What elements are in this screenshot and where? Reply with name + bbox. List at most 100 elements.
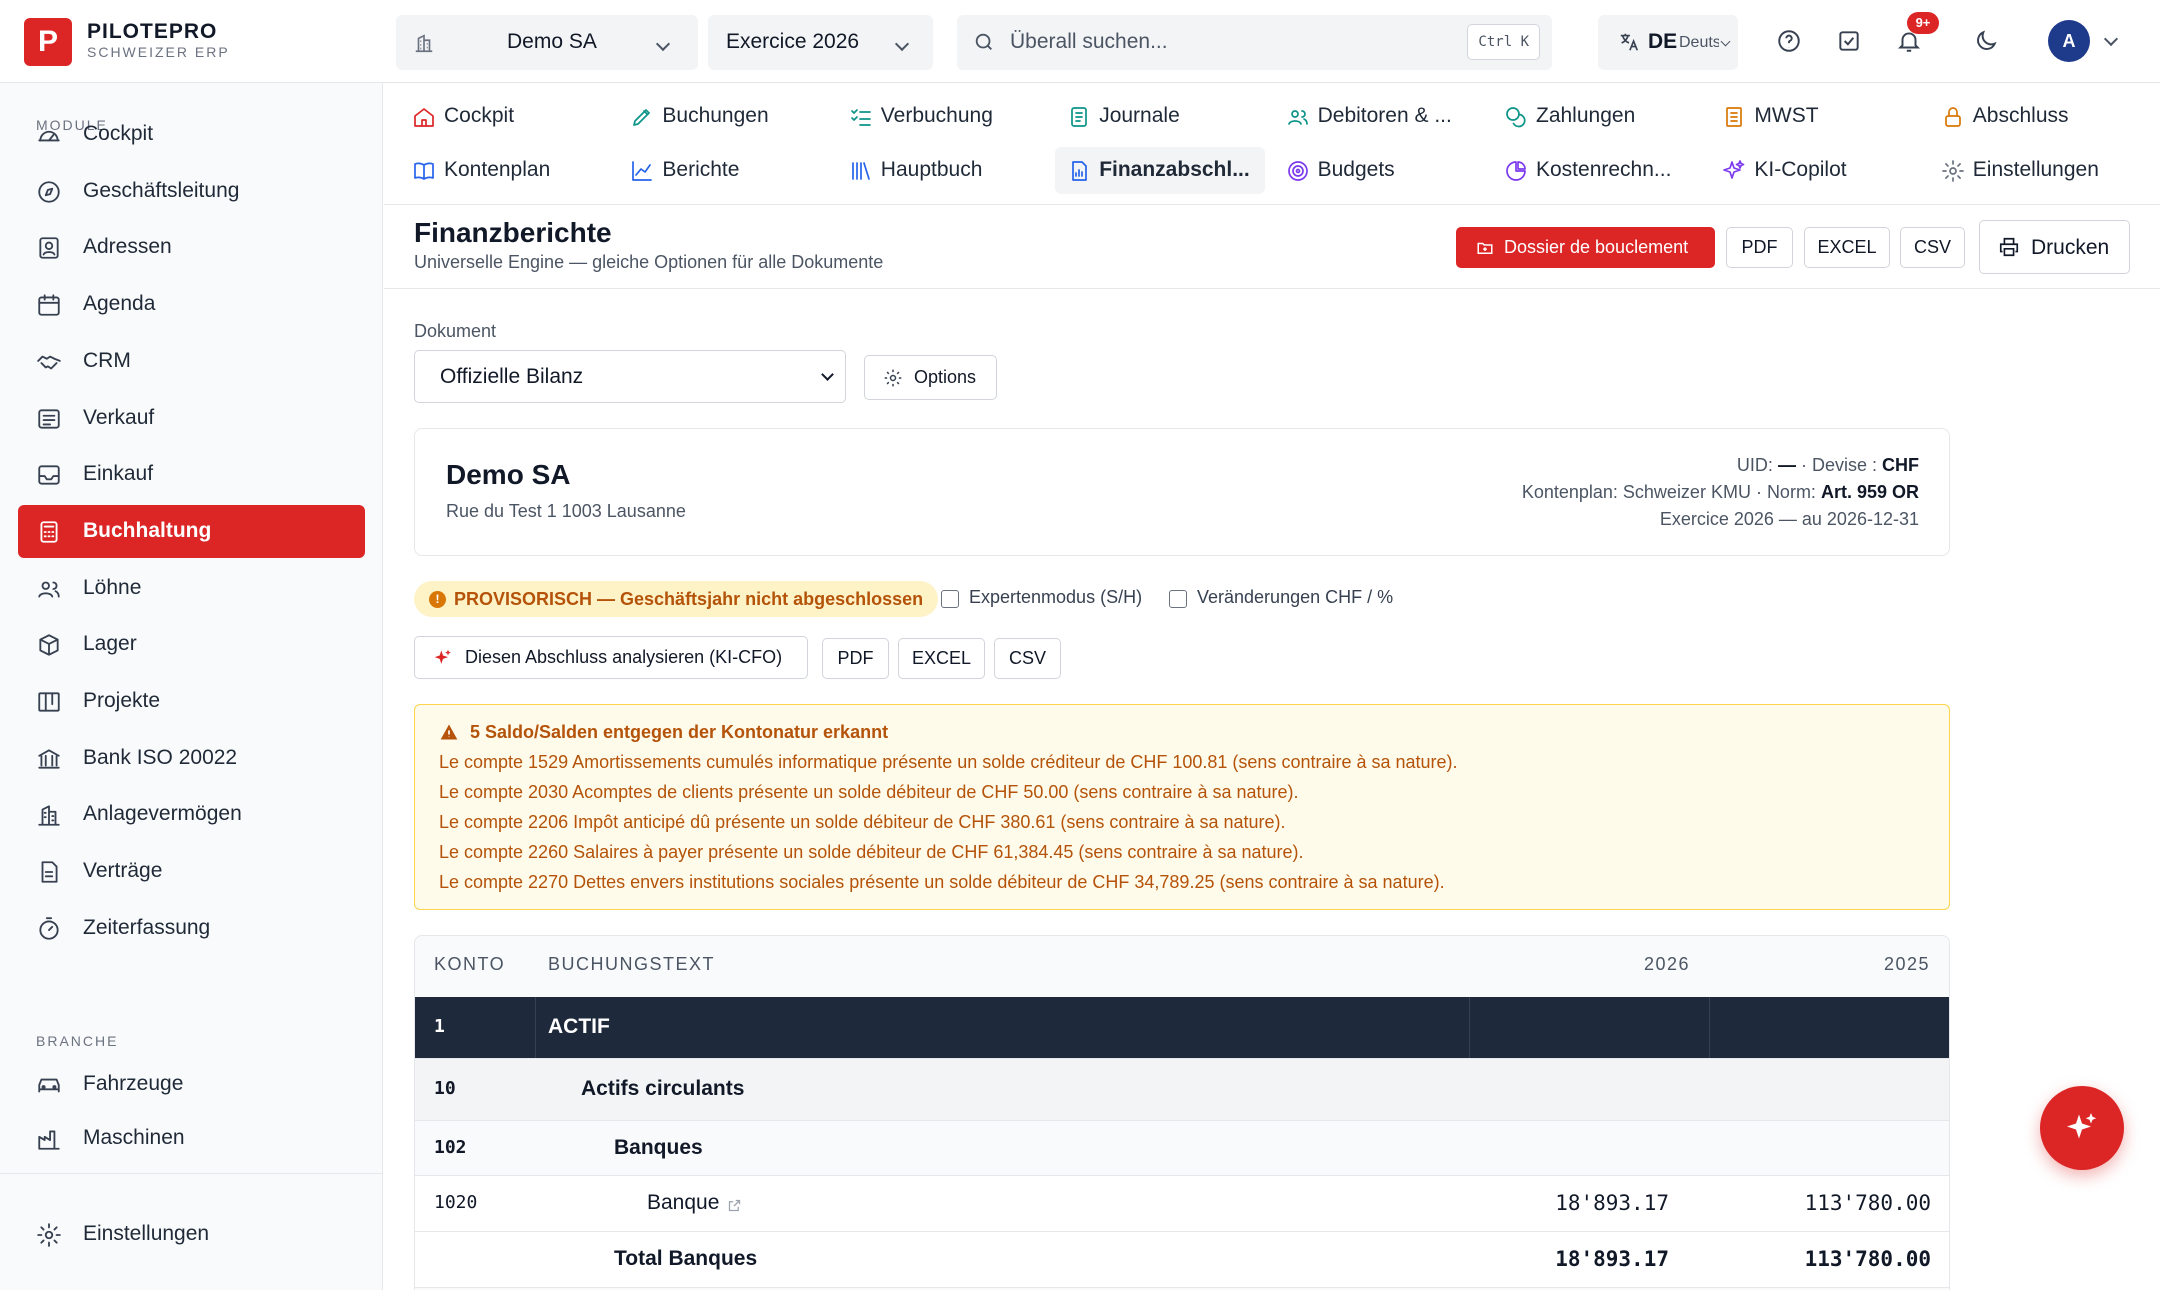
sidebar-item-label: Verkauf [83, 405, 155, 429]
tab-mwst[interactable]: MWST [1710, 93, 1920, 140]
sidebar-item-buchhaltung[interactable]: Buchhaltung [18, 504, 365, 558]
row-text: ACTIF [548, 1015, 610, 1038]
search-input[interactable]: Überall suchen... [1010, 30, 1168, 54]
options-button[interactable]: Options [864, 355, 997, 400]
changes-checkbox[interactable] [1169, 590, 1187, 608]
app-logo[interactable]: P [24, 18, 72, 66]
sidebar-item-label: Buchhaltung [83, 518, 212, 542]
tab-buchungen[interactable]: Buchungen [618, 93, 828, 140]
table-row[interactable]: 10 Actifs circulants [415, 1059, 1949, 1121]
print-button[interactable]: Drucken [1979, 220, 2130, 274]
pen-icon [633, 109, 651, 126]
header-excel-button[interactable]: EXCEL [1804, 227, 1890, 268]
chevron-down-icon [894, 36, 910, 52]
sidebar-item-anlagevermögen[interactable]: Anlagevermögen [18, 788, 365, 841]
global-search[interactable]: Überall suchen... Ctrl K [957, 15, 1552, 70]
tab-ki-copilot[interactable]: KI-Copilot [1710, 147, 1920, 194]
tab-label: Berichte [662, 158, 740, 181]
language-name: Deutsch [1679, 34, 1719, 51]
coins-icon [1506, 107, 1526, 128]
external-link-icon[interactable] [727, 1198, 742, 1213]
tab-kostenrechn[interactable]: Kostenrechn... [1492, 147, 1702, 194]
table-csv-button[interactable]: CSV [994, 638, 1061, 679]
sidebar-item-lager[interactable]: Lager [18, 618, 365, 671]
sidebar-item-agenda[interactable]: Agenda [18, 278, 365, 331]
language-selector[interactable]: DE Deutsch [1598, 15, 1738, 70]
sidebar-item-label: CRM [83, 348, 131, 372]
sidebar-item-einkauf[interactable]: Einkauf [18, 448, 365, 501]
company-selector[interactable]: Demo SA [396, 15, 698, 70]
table-row[interactable]: Total Banques 18'893.17 113'780.00 [415, 1232, 1949, 1288]
expert-mode-checkbox[interactable] [941, 590, 959, 608]
ai-copilot-fab[interactable] [2040, 1086, 2124, 1170]
sidebar-item-label: Einkauf [83, 462, 154, 486]
sidebar-item-fahrzeuge[interactable]: Fahrzeuge [18, 1058, 365, 1111]
tab-abschluss[interactable]: Abschluss [1929, 93, 2139, 140]
tab-einstellungen[interactable]: Einstellungen [1929, 147, 2139, 194]
tab-finanzabschl[interactable]: Finanzabschl... [1055, 147, 1266, 194]
sidebar-item-bank-iso-20022[interactable]: Bank ISO 20022 [18, 732, 365, 785]
fiscal-year-value: Exercice 2026 [726, 30, 860, 53]
tab-journale[interactable]: Journale [1055, 93, 1265, 140]
sidebar-item-maschinen[interactable]: Maschinen [18, 1112, 365, 1165]
header-csv-button[interactable]: CSV [1900, 227, 1965, 268]
table-row[interactable]: 1 ACTIF [415, 997, 1949, 1059]
help-icon[interactable] [1776, 28, 1802, 54]
tab-verbuchung[interactable]: Verbuchung [837, 93, 1047, 140]
sidebar-divider [0, 1173, 382, 1174]
sidebar-item-geschäftsleitung[interactable]: Geschäftsleitung [18, 165, 365, 218]
fiscal-year-selector[interactable]: Exercice 2026 [708, 15, 933, 70]
company-address: Rue du Test 1 1003 Lausanne [446, 501, 686, 521]
row-account: 1 [434, 1016, 445, 1037]
tasks-icon[interactable] [1836, 28, 1862, 54]
expert-mode-label: Expertenmodus (S/H) [969, 587, 1143, 607]
tab-label: Kontenplan [444, 158, 551, 181]
receipt-icon [38, 408, 60, 429]
sidebar-item-settings[interactable]: Einstellungen [18, 1208, 365, 1261]
tab-debitoren[interactable]: Debitoren & ... [1274, 93, 1484, 140]
sidebar-item-label: Agenda [83, 292, 156, 316]
tab-zahlungen[interactable]: Zahlungen [1492, 93, 1702, 140]
printer-icon [1999, 237, 2019, 257]
table-row[interactable]: 1020 Banque 18'893.17 113'780.00 [415, 1176, 1949, 1232]
tab-hauptbuch[interactable]: Hauptbuch [837, 147, 1047, 194]
header-pdf-button[interactable]: PDF [1726, 227, 1793, 268]
tab-kontenplan[interactable]: Kontenplan [400, 147, 610, 194]
tax-icon [1726, 107, 1743, 127]
warning-title: 5 Saldo/Salden entgegen der Kontonatur e… [470, 722, 889, 742]
pie-chart-icon [1506, 161, 1526, 181]
inbox-icon [38, 465, 60, 485]
sidebar-item-projekte[interactable]: Projekte [18, 675, 365, 728]
sidebar-item-label: Einstellungen [83, 1222, 210, 1245]
document-select[interactable]: Offizielle Bilanz [414, 350, 846, 403]
row-value-2026: 18'893.17 [1555, 1247, 1669, 1271]
chevron-down-icon[interactable] [2103, 31, 2119, 47]
home-icon [414, 108, 434, 127]
row-text[interactable]: Banque [647, 1191, 719, 1215]
folder-icon [1477, 242, 1493, 254]
building-icon [38, 805, 60, 827]
sidebar-item-zeiterfassung[interactable]: Zeiterfassung [18, 902, 365, 955]
dossier-button[interactable]: Dossier de bouclement [1456, 227, 1715, 268]
sidebar-item-verkauf[interactable]: Verkauf [18, 392, 365, 445]
column-header-year2: 2025 [1883, 954, 1930, 974]
brand-name: PILOTEPRO [87, 20, 218, 43]
tab-berichte[interactable]: Berichte [618, 147, 828, 194]
sidebar-item-adressen[interactable]: Adressen [18, 221, 365, 274]
section-label-branche: BRANCHE [36, 1033, 119, 1049]
table-row[interactable]: 102 Banques [415, 1121, 1949, 1176]
analyze-ai-button[interactable]: Diesen Abschluss analysieren (KI-CFO) [414, 636, 808, 679]
table-pdf-button[interactable]: PDF [822, 638, 889, 679]
sidebar-item-crm[interactable]: CRM [18, 335, 365, 388]
avatar[interactable]: A [2048, 20, 2090, 62]
search-icon [975, 33, 992, 50]
sparkles-icon [434, 649, 451, 664]
chevron-down-icon [1720, 36, 1731, 47]
moon-icon[interactable] [1973, 28, 1999, 54]
sidebar-item-löhne[interactable]: Löhne [18, 562, 365, 615]
sidebar-item-cockpit[interactable]: Cockpit [18, 108, 365, 161]
tab-budgets[interactable]: Budgets [1274, 147, 1484, 194]
table-excel-button[interactable]: EXCEL [898, 638, 985, 679]
tab-cockpit[interactable]: Cockpit [400, 93, 610, 140]
sidebar-item-verträge[interactable]: Verträge [18, 845, 365, 898]
